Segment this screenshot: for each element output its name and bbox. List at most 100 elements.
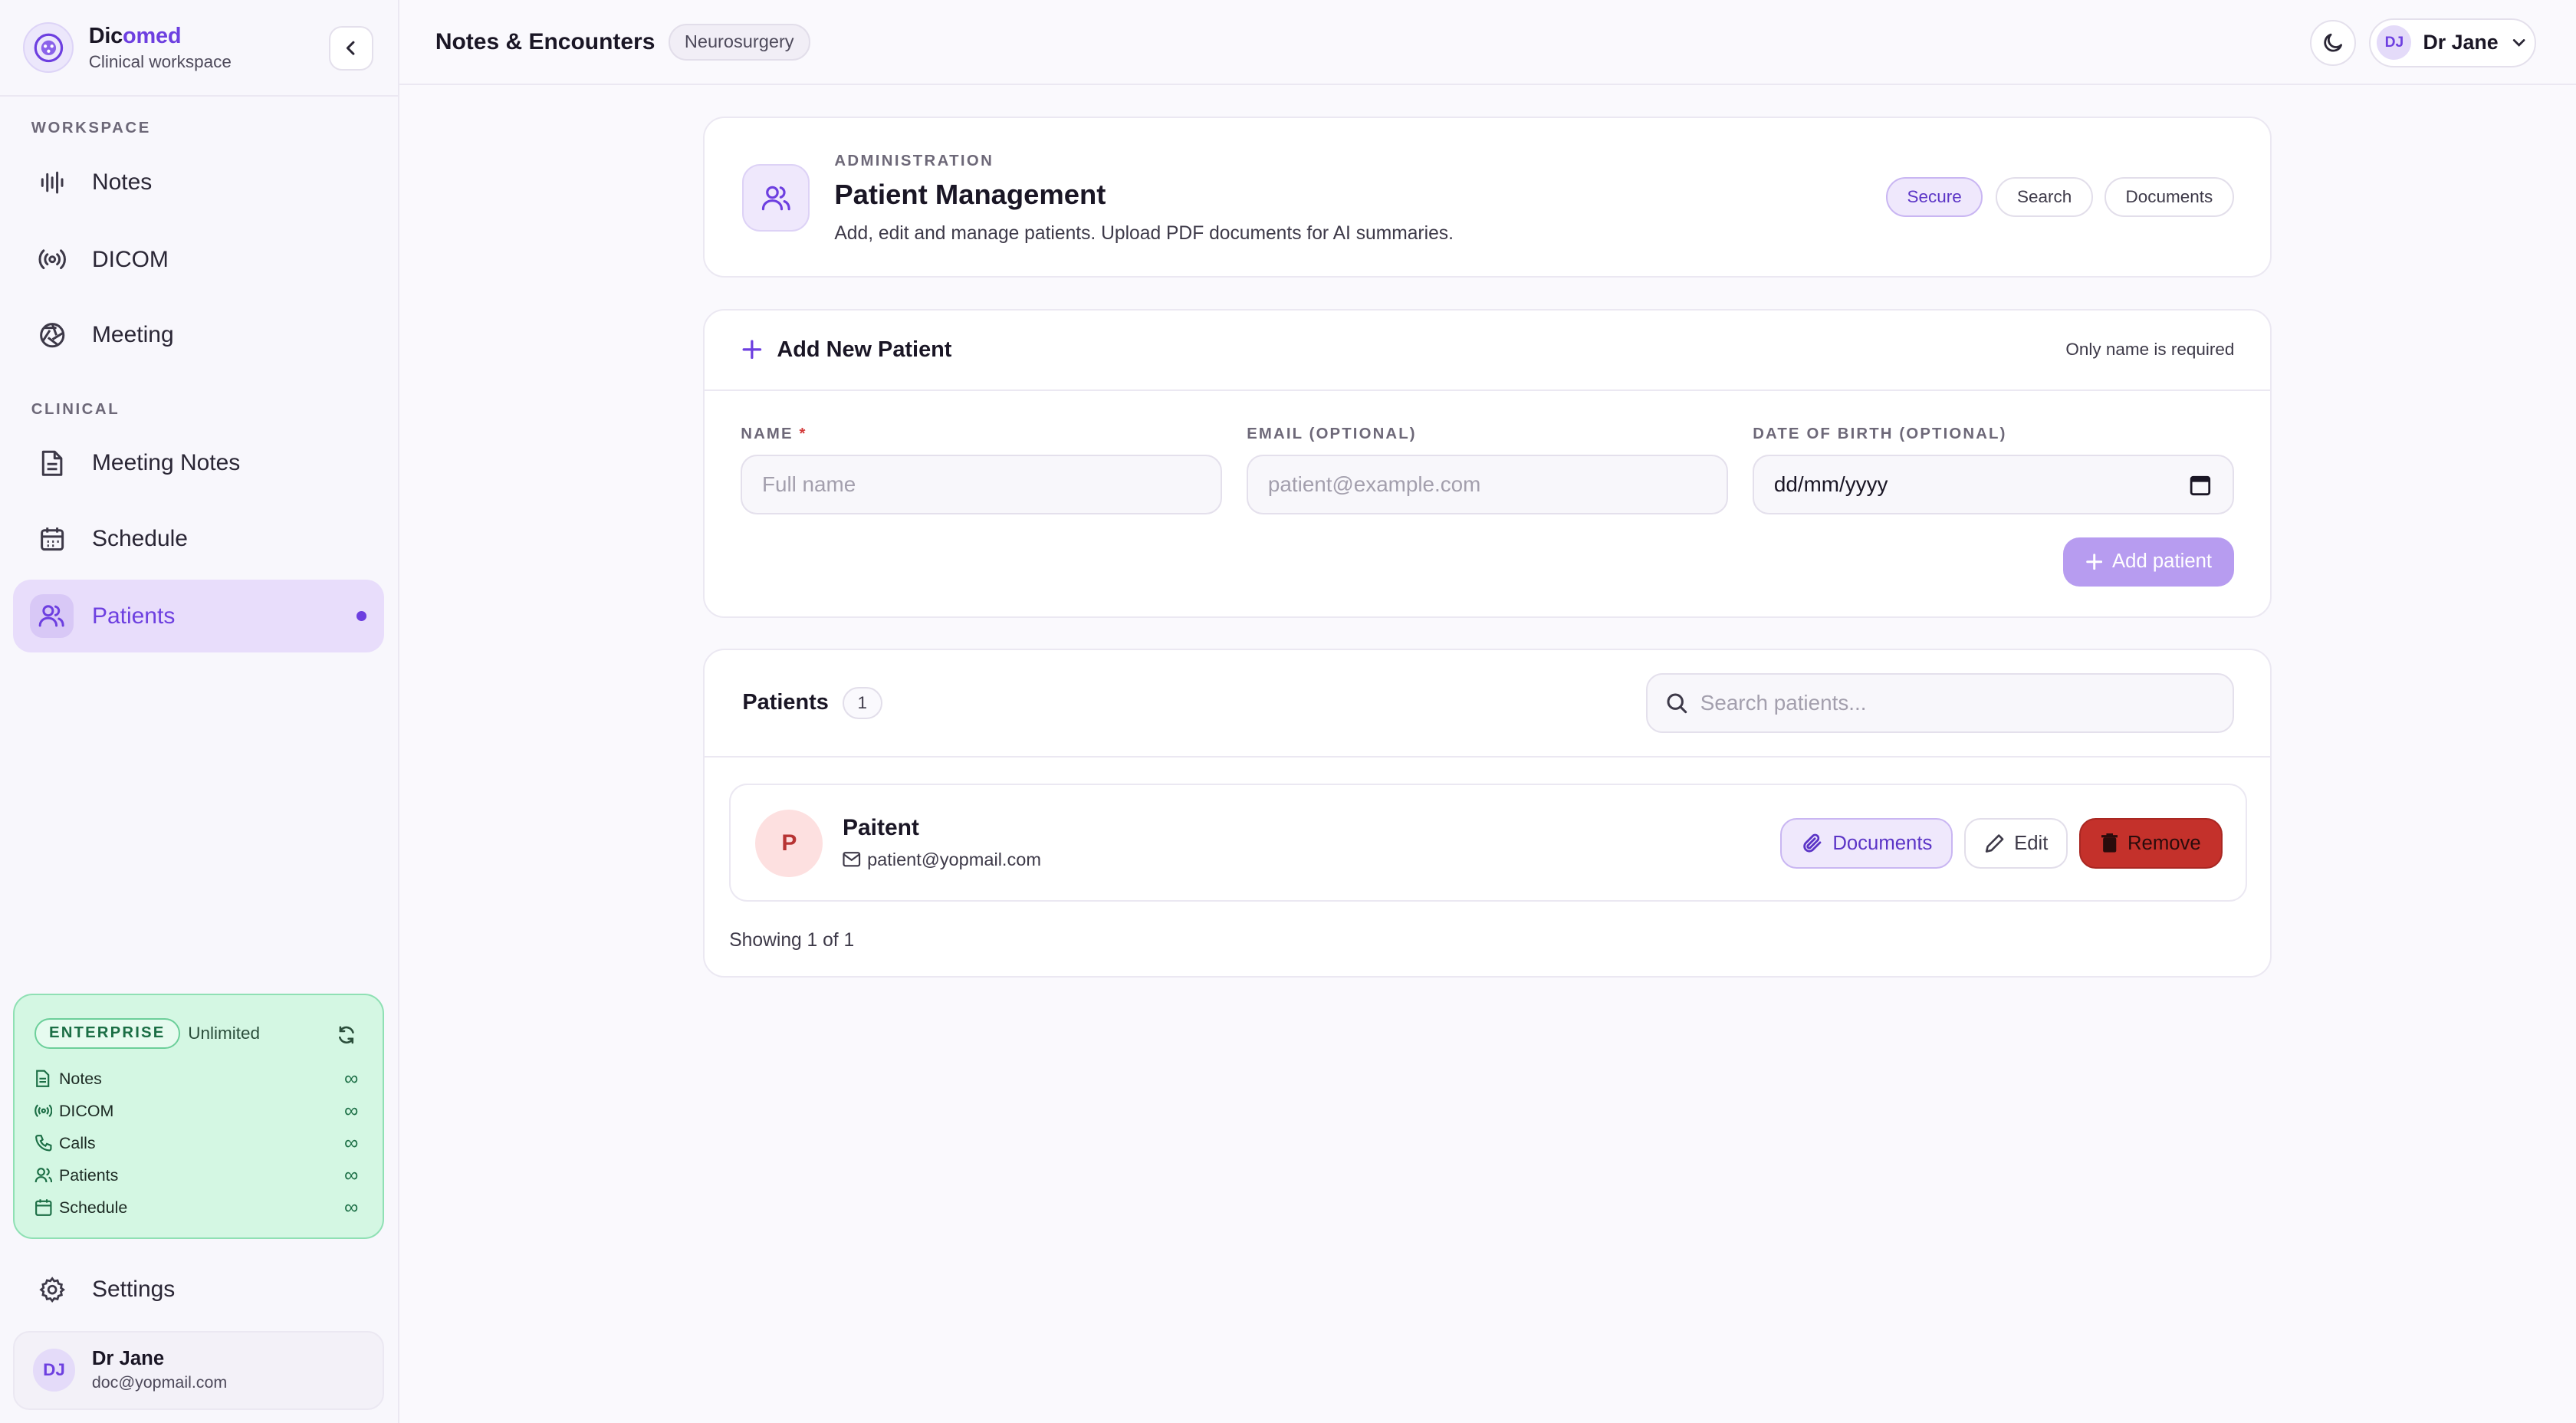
collapse-sidebar-button[interactable] bbox=[328, 26, 373, 71]
plan-row-value: ∞ bbox=[343, 1067, 359, 1089]
calendar-icon bbox=[36, 522, 69, 555]
dob-value: dd/mm/yyyy bbox=[1773, 472, 1888, 496]
patient-avatar: P bbox=[755, 810, 823, 877]
documents-button[interactable]: Documents bbox=[1780, 817, 1953, 869]
tag-documents[interactable]: Documents bbox=[2104, 177, 2234, 217]
search-icon bbox=[1667, 693, 1687, 714]
dob-input[interactable]: dd/mm/yyyy bbox=[1753, 455, 2235, 514]
phone-icon bbox=[34, 1134, 53, 1152]
sidebar-item-label: DICOM bbox=[91, 246, 169, 272]
form-hint: Only name is required bbox=[2065, 340, 2235, 360]
patient-email: patient@yopmail.com bbox=[843, 850, 1041, 870]
plan-row-notes: Notes ∞ bbox=[34, 1063, 363, 1095]
dob-label: DATE OF BIRTH (OPTIONAL) bbox=[1753, 425, 2007, 442]
sidebar-item-schedule[interactable]: Schedule bbox=[13, 503, 384, 575]
patients-count-badge: 1 bbox=[843, 686, 882, 720]
theme-toggle-button[interactable] bbox=[2309, 19, 2356, 66]
plan-row-calls: Calls ∞ bbox=[34, 1127, 363, 1159]
brand-header: Dicomed Clinical workspace bbox=[0, 0, 398, 97]
plan-quota: Unlimited bbox=[188, 1023, 260, 1043]
search-input[interactable] bbox=[1700, 690, 2193, 715]
gear-icon bbox=[36, 1273, 69, 1306]
documents-label: Documents bbox=[1832, 832, 1933, 854]
user-email: doc@yopmail.com bbox=[91, 1373, 228, 1392]
add-patient-button[interactable]: Add patient bbox=[2063, 537, 2235, 587]
moon-icon bbox=[2324, 33, 2342, 52]
remove-label: Remove bbox=[2127, 832, 2201, 854]
specialty-chip: Neurosurgery bbox=[668, 23, 810, 61]
paperclip-icon bbox=[1802, 833, 1822, 853]
name-label: NAME * bbox=[741, 425, 807, 442]
edit-button[interactable]: Edit bbox=[1964, 817, 2068, 869]
sidebar-item-label: Patients bbox=[91, 603, 176, 629]
sidebar-item-meeting-notes[interactable]: Meeting Notes bbox=[13, 427, 384, 499]
users-icon bbox=[29, 593, 74, 639]
sidebar-item-patients[interactable]: Patients bbox=[13, 580, 385, 652]
refresh-icon[interactable] bbox=[337, 1022, 356, 1052]
sidebar-item-dicom[interactable]: DICOM bbox=[13, 223, 384, 295]
remove-button[interactable]: Remove bbox=[2079, 817, 2223, 869]
sidebar-item-notes[interactable]: Notes bbox=[13, 146, 384, 219]
chevron-down-icon bbox=[2512, 39, 2525, 47]
email-label: EMAIL (OPTIONAL) bbox=[1247, 425, 1417, 442]
patient-email-text: patient@yopmail.com bbox=[867, 849, 1041, 869]
email-input[interactable] bbox=[1247, 455, 1729, 514]
users-icon bbox=[34, 1166, 53, 1185]
pagination-summary: Showing 1 of 1 bbox=[729, 929, 855, 951]
page-title: Notes & Encounters bbox=[435, 28, 656, 54]
plan-row-label: DICOM bbox=[58, 1101, 114, 1120]
topbar: Notes & Encounters Neurosurgery DJ Dr Ja… bbox=[399, 0, 2576, 86]
user-name: Dr Jane bbox=[2423, 31, 2499, 54]
plan-row-value: ∞ bbox=[343, 1196, 359, 1218]
user-profile-card[interactable]: DJ Dr Jane doc@yopmail.com bbox=[13, 1330, 385, 1410]
patients-list: Patients 1 P Paitent patient@yopmail.com… bbox=[703, 649, 2272, 978]
logo-icon bbox=[22, 22, 74, 74]
plan-row-label: Calls bbox=[58, 1133, 96, 1152]
plus-icon bbox=[2085, 554, 2102, 570]
sidebar-item-settings[interactable]: Settings bbox=[13, 1254, 384, 1326]
broadcast-icon bbox=[34, 1102, 53, 1120]
plan-row-label: Notes bbox=[58, 1069, 102, 1088]
form-header: Add New Patient Only name is required bbox=[705, 311, 2271, 391]
section-label-workspace: WORKSPACE bbox=[31, 120, 151, 137]
active-indicator-dot bbox=[356, 611, 366, 621]
tag-secure[interactable]: Secure bbox=[1885, 177, 1983, 217]
add-patient-label: Add patient bbox=[2112, 550, 2213, 573]
pencil-icon bbox=[1985, 834, 2003, 853]
plan-row-schedule: Schedule ∞ bbox=[34, 1191, 363, 1224]
patients-list-header: Patients 1 bbox=[705, 650, 2271, 758]
section-eyebrow: ADMINISTRATION bbox=[834, 153, 994, 170]
brand-name: Dicomed bbox=[88, 23, 182, 48]
broadcast-icon bbox=[36, 243, 69, 276]
section-label-clinical: CLINICAL bbox=[31, 400, 120, 418]
edit-label: Edit bbox=[2014, 832, 2049, 854]
sidebar-item-label: Settings bbox=[91, 1277, 176, 1303]
avatar: DJ bbox=[2377, 25, 2412, 61]
plan-row-value: ∞ bbox=[343, 1164, 359, 1186]
calendar-icon bbox=[34, 1198, 53, 1217]
plan-badge: ENTERPRISE bbox=[34, 1017, 180, 1049]
sidebar-item-label: Meeting bbox=[91, 322, 174, 348]
trash-icon bbox=[2101, 833, 2118, 853]
waveform-icon bbox=[36, 166, 69, 199]
user-menu-button[interactable]: DJ Dr Jane bbox=[2368, 18, 2537, 67]
plan-row-dicom: DICOM ∞ bbox=[34, 1095, 363, 1127]
patient-search[interactable] bbox=[1646, 673, 2235, 733]
calendar-icon[interactable] bbox=[2190, 475, 2211, 496]
patient-management-header: ADMINISTRATION Patient Management Add, e… bbox=[703, 117, 2272, 278]
sidebar-item-label: Notes bbox=[91, 169, 153, 195]
sidebar-item-label: Meeting Notes bbox=[91, 450, 241, 476]
plan-row-patients: Patients ∞ bbox=[34, 1159, 363, 1191]
plan-row-label: Schedule bbox=[58, 1198, 128, 1217]
section-title: Patient Management bbox=[834, 179, 1106, 211]
avatar: DJ bbox=[32, 1349, 76, 1392]
patient-name: Paitent bbox=[842, 814, 919, 840]
sidebar-item-label: Schedule bbox=[91, 525, 188, 551]
tag-search[interactable]: Search bbox=[1996, 177, 2093, 217]
sidebar-item-meeting[interactable]: Meeting bbox=[13, 299, 384, 371]
name-input[interactable] bbox=[741, 455, 1223, 514]
users-icon bbox=[742, 164, 810, 232]
aperture-icon bbox=[36, 319, 69, 352]
sidebar: Dicomed Clinical workspace WORKSPACE Not… bbox=[0, 0, 399, 1423]
plan-row-label: Patients bbox=[58, 1165, 119, 1185]
